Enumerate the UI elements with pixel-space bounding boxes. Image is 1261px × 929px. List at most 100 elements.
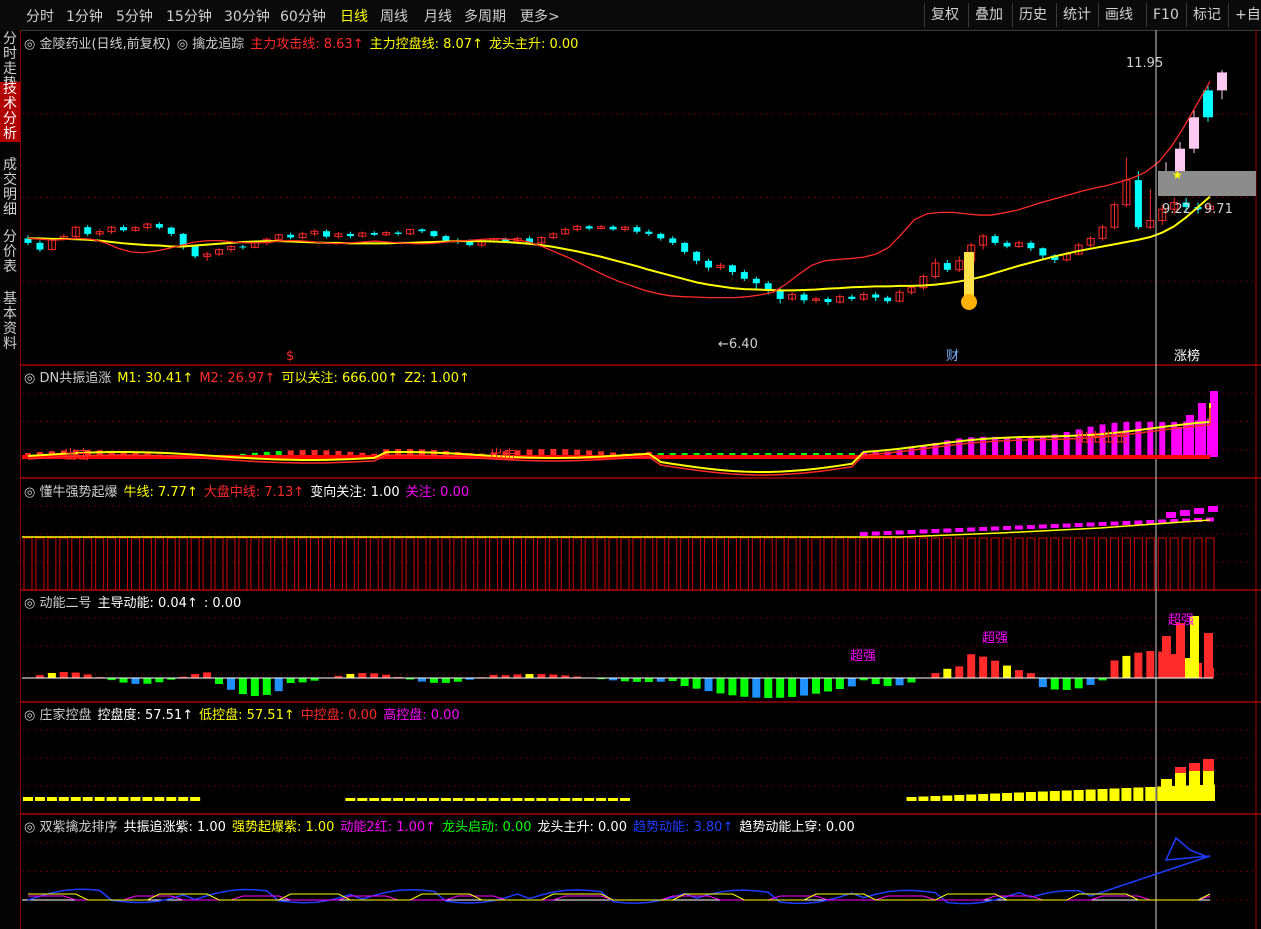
dongniu-mark	[895, 530, 904, 535]
kongpan-bar	[476, 798, 487, 801]
stock-chart[interactable]: 11.95←6.409.22 - 9.71★财 涨榜$出击 出击出击出击超强超强超强	[0, 0, 1261, 929]
dongniu-bar	[942, 537, 952, 591]
dongniu-bar	[847, 537, 857, 591]
candle-body	[848, 296, 856, 299]
candle-body	[466, 241, 474, 246]
dongniu-bar	[83, 537, 93, 591]
dongniu-mark	[1134, 520, 1143, 525]
dongneng-bar	[728, 678, 737, 696]
dn-mark: 出击出击	[1076, 431, 1128, 446]
dongniu-bar	[1133, 537, 1143, 591]
candle-body	[346, 233, 354, 237]
kongpan-bar	[1175, 773, 1186, 801]
dn-bar	[1198, 403, 1206, 457]
candle-body	[418, 229, 426, 232]
dn-bar	[1147, 421, 1154, 457]
dongniu-bar	[680, 537, 690, 591]
candle-body	[430, 231, 438, 237]
dongniu-bar	[1145, 537, 1155, 591]
dongneng-bar	[525, 674, 534, 678]
dongneng-bar	[537, 674, 546, 678]
kongpan-bar	[512, 798, 523, 801]
kongpan-bar	[1121, 788, 1132, 801]
dongniu-bar	[465, 537, 475, 591]
dongniu-bar	[548, 537, 558, 591]
dongneng-bar	[680, 678, 689, 686]
dongniu-bar	[1062, 537, 1072, 591]
kongpan-bar	[560, 798, 571, 801]
dongniu-bar	[1026, 537, 1036, 591]
candle-body	[1003, 242, 1011, 247]
dongniu-mark	[943, 528, 952, 533]
dongniu-bar	[286, 537, 296, 591]
kongpan-bar	[345, 798, 356, 801]
dongneng-bar	[991, 660, 1000, 678]
kongpan-bar	[70, 797, 81, 801]
candle-body	[884, 297, 892, 302]
main-panel-legend: ◎ 金陵药业(日线,前复权) ◎ 擒龙追踪 主力攻击线: 8.63↑ 主力控盘线: 8…	[24, 33, 584, 52]
dn-value-0: M1: 30.41↑	[117, 371, 194, 386]
kongpan-bar	[190, 797, 201, 801]
dongniu-bar	[166, 537, 176, 591]
dongniu-bar	[907, 537, 917, 591]
dongniu-bar	[895, 537, 905, 591]
dongniu-bar	[978, 537, 988, 591]
kongpan-top	[1175, 767, 1186, 773]
kongpan-bar	[1161, 779, 1172, 801]
dongniu-bar	[739, 537, 749, 591]
dongniu-bar	[1086, 537, 1096, 591]
candle-body	[872, 294, 880, 298]
dongniu-bar	[620, 537, 630, 591]
dongneng-bar	[119, 678, 128, 683]
dongneng-bar	[238, 678, 247, 695]
dongneng-bar	[441, 678, 450, 683]
main-value-2: 龙头主升: 0.00	[488, 37, 579, 52]
dongniu-bar	[441, 537, 451, 591]
candle-body	[179, 233, 187, 246]
kongpan-bar	[596, 798, 607, 801]
kongpan-bar	[619, 798, 630, 801]
dongneng-bar	[1038, 678, 1047, 688]
dongniu-bar	[560, 537, 570, 591]
dn-value-1: M2: 26.97↑	[199, 371, 276, 386]
kongpan-bar	[608, 798, 619, 801]
main-title: ◎ 金陵药业(日线,前复权)	[24, 37, 171, 52]
kongpan-bar	[166, 797, 177, 801]
dongniu-bar	[1169, 537, 1179, 591]
dongniu-bar	[584, 537, 594, 591]
dongniu-bar	[823, 537, 833, 591]
dongneng-bar	[215, 678, 224, 684]
dongniu-bar	[142, 537, 152, 591]
candle-body	[287, 234, 295, 238]
kongpan-bar	[1203, 771, 1214, 801]
dn-bar	[1210, 391, 1218, 457]
dongniu-bar	[1038, 537, 1048, 591]
dongneng-panel-legend: ◎ 动能二号 主导动能: 0.04↑: 0.00	[24, 592, 247, 611]
dongneng-bar	[967, 654, 976, 678]
dongneng-mark: 超强	[982, 631, 1008, 646]
dongneng-bar	[191, 674, 200, 678]
dongneng-bar	[716, 678, 725, 694]
signal-circle	[961, 294, 977, 310]
dongneng-title: ◎ 动能二号	[24, 596, 92, 611]
dongniu-bar	[918, 537, 928, 591]
dongniu-mark	[1180, 510, 1190, 516]
dongniu-mark	[1062, 523, 1071, 528]
kongpan-bar	[178, 797, 189, 801]
dongniu-mark	[1122, 521, 1131, 525]
kongpan-bar	[440, 798, 451, 801]
dongneng-bar	[346, 673, 355, 678]
dongniu-bar	[154, 537, 164, 591]
candle-body	[657, 233, 665, 239]
candle-body	[645, 231, 653, 234]
dongneng-bar	[644, 678, 653, 682]
kongpan-bar	[94, 797, 105, 801]
dongniu-mark	[1003, 526, 1012, 530]
kongpan-bar	[1049, 791, 1060, 801]
dn-bar	[1051, 434, 1058, 457]
kongpan-bar	[906, 797, 917, 801]
candle-body	[239, 246, 247, 248]
zhuangjia-value-1: 低控盘: 57.51↑	[199, 708, 295, 723]
dongniu-bar	[250, 537, 260, 591]
shuangzi-value-5: 趋势动能: 3.80↑	[632, 820, 734, 835]
